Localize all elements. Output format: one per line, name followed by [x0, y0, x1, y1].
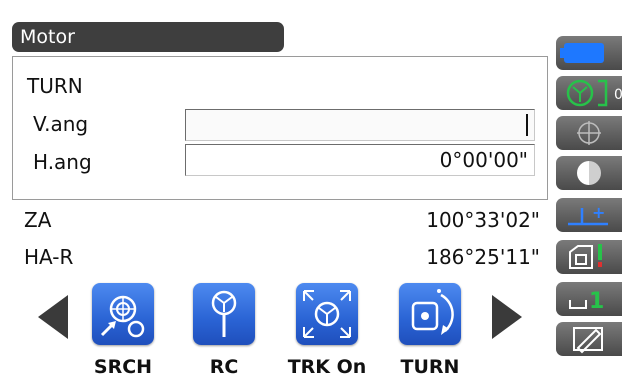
svg-text:0: 0 — [614, 87, 622, 103]
display-status[interactable] — [556, 156, 622, 190]
srch-label: SRCH — [93, 356, 153, 376]
srch-button[interactable] — [92, 283, 154, 345]
rc-label: RC — [209, 356, 239, 376]
crosshair-icon — [577, 121, 601, 145]
ha-r-value: 186°25'11" — [426, 245, 540, 269]
laser-plummet-status[interactable] — [556, 240, 622, 274]
input-mode-icon: 1 — [569, 289, 604, 314]
text-cursor — [526, 114, 528, 136]
input-mode-status[interactable]: 1 — [556, 282, 622, 316]
prism-constant-status[interactable]: + — [556, 198, 622, 232]
edit-icon — [573, 327, 603, 354]
v-ang-input[interactable] — [185, 109, 535, 141]
battery-status[interactable] — [556, 36, 622, 70]
prism-constant-symbol: + — [592, 203, 605, 222]
turn-button[interactable] — [399, 283, 461, 345]
trk-on-button[interactable] — [296, 283, 358, 345]
edit-status[interactable] — [556, 322, 622, 356]
half-circle-icon — [577, 161, 601, 185]
h-ang-input[interactable]: 0°00'00" — [185, 144, 535, 176]
prism-target-icon: 0 — [566, 79, 622, 107]
search-prism-icon — [100, 295, 145, 338]
turn-panel: TURN V.ang H.ang 0°00'00" — [12, 56, 548, 200]
crosshair-status[interactable] — [556, 116, 622, 150]
ha-r-label: HA-R — [24, 245, 74, 269]
screen-title: Motor — [12, 22, 284, 52]
h-ang-label: H.ang — [33, 150, 92, 174]
turn-label: TURN — [400, 356, 460, 376]
za-label: ZA — [24, 208, 52, 232]
input-mode-value: 1 — [589, 289, 604, 314]
trk-on-label: TRK On — [287, 356, 367, 376]
rc-button[interactable] — [193, 283, 255, 345]
prism-pole-icon — [211, 290, 237, 337]
tracking-icon — [303, 290, 351, 338]
page-next-arrow-icon[interactable] — [492, 295, 522, 339]
turn-icon — [411, 289, 454, 335]
panel-title: TURN — [27, 74, 83, 98]
laser-plummet-icon — [569, 244, 602, 269]
prism-target-status[interactable]: 0 — [556, 76, 622, 110]
page-prev-arrow-icon[interactable] — [38, 295, 68, 339]
za-value: 100°33'02" — [426, 208, 540, 232]
v-ang-label: V.ang — [33, 112, 89, 136]
battery-icon — [560, 43, 604, 63]
prism-constant-icon: + — [568, 203, 608, 226]
